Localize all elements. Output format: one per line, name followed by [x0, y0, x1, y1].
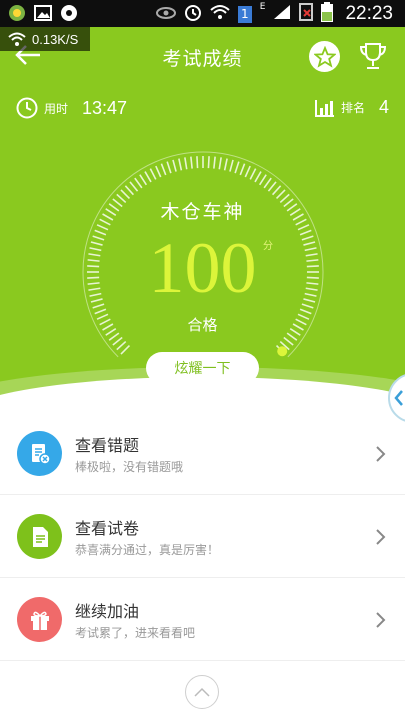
network-speed-text: 0.13K/S [32, 31, 79, 47]
message-icon [60, 4, 78, 22]
list-item-title: 查看试卷 [75, 519, 140, 538]
gauge-tick [190, 156, 193, 169]
star-icon [313, 45, 336, 68]
list-icon-circle [17, 597, 62, 642]
gauge-tick [196, 156, 199, 169]
list-item-wrong-questions[interactable]: 查看错题 棒极啦，没有错题哦 [0, 412, 405, 495]
gauge-tick [283, 336, 294, 346]
favorite-button[interactable] [309, 41, 340, 72]
gauge-tick [134, 177, 143, 189]
clock-icon [16, 97, 38, 119]
leaderboard-button[interactable] [357, 40, 389, 72]
gauge-tick [213, 156, 216, 169]
gauge-marker [277, 346, 288, 357]
ranking-label: 排名 [340, 101, 365, 115]
gauge-tick [139, 174, 148, 186]
gauge-tick [172, 159, 177, 172]
ranking: 排名 4 [314, 97, 389, 118]
list-item-view-paper[interactable]: 查看试卷 恭喜满分通过，真是厉害！ [0, 495, 405, 578]
score-header: 考试成绩 用时 13:47 排名 4 木仓车神 100 分 合格 炫耀一下 [0, 27, 405, 413]
wifi-icon [210, 4, 230, 24]
no-sim-icon [299, 3, 314, 25]
chevron-right-icon [376, 612, 386, 628]
gauge-tick [116, 340, 127, 351]
score-value: 100 [148, 228, 257, 308]
gauge-tick [160, 163, 167, 176]
gauge-tick [271, 185, 282, 196]
gauge-tick [144, 171, 152, 183]
gauge-tick [178, 158, 183, 171]
chevron-right-icon [376, 446, 386, 462]
status-bar: 1 E 22:23 [0, 0, 405, 27]
scroll-up-button[interactable] [185, 675, 219, 709]
list-item-title: 继续加油 [75, 602, 140, 621]
gauge-tick [244, 165, 251, 178]
gauge-tick [234, 161, 240, 174]
image-icon [34, 4, 52, 22]
gauge-tick [120, 344, 131, 355]
eye-icon [155, 5, 176, 24]
ranking-value: 4 [378, 97, 389, 117]
rank-title: 木仓车神 [160, 201, 245, 223]
gauge-tick [218, 157, 222, 170]
gauge-tick [149, 168, 157, 180]
list-item-title: 查看错题 [75, 436, 140, 455]
list-item-subtitle: 恭喜满分通过，真是厉害！ [75, 543, 220, 557]
gauge-tick [263, 177, 272, 189]
gauge-tick [155, 165, 162, 178]
trophy-icon [359, 43, 387, 69]
gauge-tick [267, 181, 277, 192]
action-list: 查看错题 棒极啦，没有错题哦 查看试卷 恭喜满分通过，真是厉害！ 继续加油 考试… [0, 412, 405, 661]
gauge-tick [258, 174, 267, 186]
gauge-tick [223, 158, 228, 171]
sim-icon: 1 [237, 5, 252, 23]
signal-icon [273, 4, 291, 24]
pass-status: 合格 [187, 316, 218, 334]
bar-chart-icon [314, 99, 334, 117]
time-used: 用时 13:47 [16, 97, 127, 119]
battery-icon [321, 2, 334, 26]
gauge-tick [129, 181, 139, 192]
show-off-button[interactable]: 炫耀一下 [146, 352, 259, 384]
list-item-subtitle: 棒极啦，没有错题哦 [75, 460, 184, 474]
gauge-tick [254, 171, 262, 183]
chevron-left-icon [394, 390, 403, 406]
wifi-icon [6, 28, 28, 50]
gauge-tick [124, 185, 135, 196]
time-used-label: 用时 [44, 101, 69, 116]
list-item-keep-going[interactable]: 继续加油 考试累了，进来看看吧 [0, 578, 405, 661]
wrong-questions-icon [31, 443, 51, 465]
gauge-tick [184, 157, 188, 170]
gauge-tick [112, 336, 123, 346]
alarm-icon [184, 3, 202, 25]
gauge-tick [239, 163, 246, 176]
document-icon [32, 526, 48, 547]
list-icon-circle [17, 514, 62, 559]
gift-icon [30, 611, 49, 630]
network-speed-overlay: 0.13K/S [0, 27, 90, 51]
gauge-tick [207, 156, 210, 169]
score-unit: 分 [263, 241, 273, 252]
chevron-right-icon [376, 529, 386, 545]
chevron-up-icon [194, 687, 210, 697]
list-item-subtitle: 考试累了，进来看看吧 [75, 626, 196, 640]
gauge-tick [249, 168, 257, 180]
status-time: 22:23 [345, 3, 393, 24]
network-type-label: E [259, 2, 266, 12]
gauge-tick [166, 161, 172, 174]
time-used-value: 13:47 [82, 97, 128, 118]
list-icon-circle [17, 431, 62, 476]
app-icon [8, 4, 26, 22]
gauge-tick [229, 159, 234, 172]
